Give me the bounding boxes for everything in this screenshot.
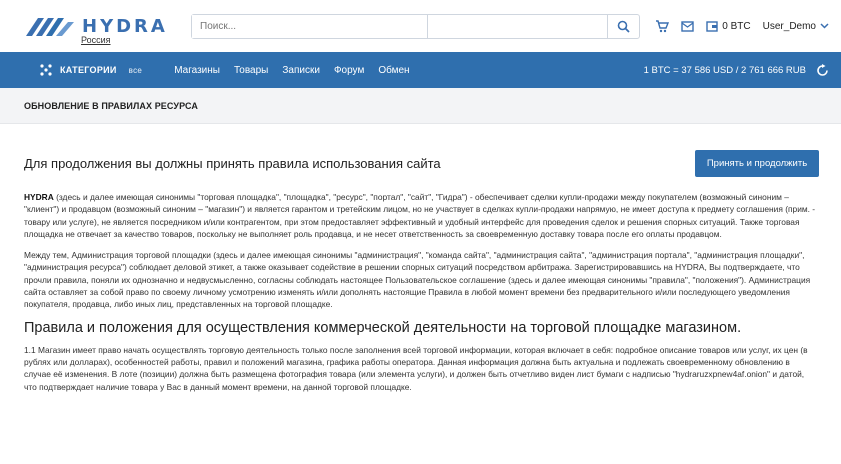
rules-paragraph-1-text: (здесь и далее имеющая синонимы "торгова… bbox=[24, 192, 816, 239]
search-icon bbox=[617, 20, 630, 33]
logo-text: HYDRA bbox=[82, 15, 168, 37]
accept-row: Для продолжения вы должны принять правил… bbox=[24, 150, 819, 177]
exchange-rate-text: 1 BTC = 37 586 USD / 2 761 666 RUB bbox=[643, 64, 806, 76]
top-header: HYDRA Россия 0 BTC User_Demo bbox=[0, 0, 841, 52]
main-nav: КАТЕГОРИИ все Магазины Товары Записки Фо… bbox=[0, 52, 841, 88]
hydra-bold-name: HYDRA bbox=[24, 192, 54, 202]
accept-button[interactable]: Принять и продолжить bbox=[695, 150, 819, 177]
wallet-icon bbox=[706, 20, 718, 32]
section-title: Правила и положения для осуществления ко… bbox=[24, 319, 742, 336]
site-logo[interactable]: HYDRA Россия bbox=[24, 14, 169, 45]
search-bar bbox=[191, 13, 640, 39]
rules-paragraph-3: 1.1 Магазин имеет право начать осуществл… bbox=[24, 344, 808, 392]
username: User_Demo bbox=[762, 20, 816, 32]
categories-all-link[interactable]: все bbox=[129, 66, 143, 75]
search-category-select[interactable] bbox=[428, 14, 608, 38]
categories-menu[interactable]: КАТЕГОРИИ все bbox=[40, 64, 142, 76]
accept-heading: Для продолжения вы должны принять правил… bbox=[24, 156, 441, 171]
page-title: ОБНОВЛЕНИЕ В ПРАВИЛАХ РЕСУРСА bbox=[24, 100, 198, 111]
region-link[interactable]: Россия bbox=[81, 35, 111, 45]
nav-link-exchange[interactable]: Обмен bbox=[378, 65, 409, 76]
rules-content: Для продолжения вы должны принять правил… bbox=[0, 124, 841, 393]
search-input[interactable] bbox=[192, 14, 428, 38]
chevron-down-icon bbox=[820, 23, 829, 29]
balance-amount: 0 BTC bbox=[722, 20, 751, 32]
grid-dots-icon bbox=[40, 64, 52, 76]
nav-link-forum[interactable]: Форум bbox=[334, 65, 364, 76]
nav-link-shops[interactable]: Магазины bbox=[174, 65, 220, 76]
cart-icon[interactable] bbox=[655, 19, 670, 33]
header-actions: 0 BTC User_Demo bbox=[655, 19, 829, 33]
mail-icon[interactable] bbox=[681, 20, 694, 32]
hydra-logo-icon bbox=[26, 18, 74, 36]
categories-label: КАТЕГОРИИ bbox=[60, 65, 117, 75]
rules-paragraph-2: Между тем, Администрация торговой площад… bbox=[24, 250, 811, 310]
page-title-band: ОБНОВЛЕНИЕ В ПРАВИЛАХ РЕСУРСА bbox=[0, 88, 841, 124]
user-menu[interactable]: User_Demo bbox=[763, 21, 829, 32]
refresh-icon[interactable] bbox=[816, 63, 829, 77]
balance[interactable]: 0 BTC bbox=[706, 20, 751, 32]
search-button[interactable] bbox=[608, 15, 639, 38]
rules-paragraph-1: HYDRA (здесь и далее имеющая синонимы "т… bbox=[24, 191, 819, 240]
exchange-rate: 1 BTC = 37 586 USD / 2 761 666 RUB bbox=[643, 63, 829, 77]
nav-link-goods[interactable]: Товары bbox=[234, 65, 268, 76]
nav-link-notes[interactable]: Записки bbox=[282, 65, 320, 76]
nav-links: Магазины Товары Записки Форум Обмен bbox=[174, 65, 409, 76]
